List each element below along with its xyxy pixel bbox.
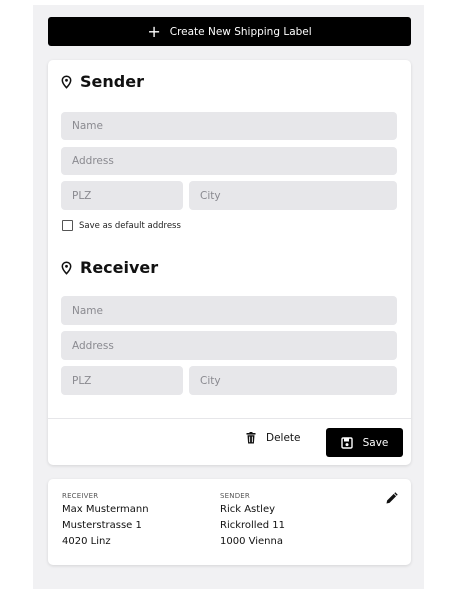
trash-icon <box>246 432 256 444</box>
location-pin-icon <box>61 74 72 89</box>
plus-icon: + <box>147 21 161 41</box>
sender-city-input[interactable] <box>189 181 397 210</box>
delete-button[interactable]: Delete <box>246 432 301 444</box>
shipping-form-card: Sender Save as default address Receiver <box>48 60 411 465</box>
floppy-disk-icon <box>340 436 353 449</box>
pencil-icon[interactable] <box>385 492 398 505</box>
sender-name-input[interactable] <box>61 112 397 140</box>
receiver-summary-street: Musterstrasse 1 <box>62 520 142 531</box>
create-button-label: Create New Shipping Label <box>169 25 312 38</box>
receiver-title: Receiver <box>80 258 159 277</box>
sender-address-input[interactable] <box>61 147 397 175</box>
page: + Create New Shipping Label Sender Save … <box>0 0 450 592</box>
save-button[interactable]: Save <box>326 428 403 457</box>
receiver-heading: Receiver <box>60 258 158 277</box>
sender-heading: Sender <box>60 72 144 91</box>
sender-summary: SENDER Rick Astley Rickrolled 11 1000 Vi… <box>220 492 285 550</box>
delete-label: Delete <box>266 432 301 444</box>
default-address-checkbox[interactable] <box>62 220 73 231</box>
shipping-label-summary-card: RECEIVER Max Mustermann Musterstrasse 1 … <box>48 479 411 565</box>
receiver-name-input[interactable] <box>61 296 397 325</box>
sender-summary-label: SENDER <box>220 492 250 500</box>
receiver-city-input[interactable] <box>189 366 397 395</box>
create-shipping-label-button[interactable]: + Create New Shipping Label <box>48 17 411 46</box>
location-pin-icon <box>61 260 72 275</box>
sender-summary-street: Rickrolled 11 <box>220 520 285 531</box>
receiver-summary-name: Max Mustermann <box>62 504 149 515</box>
sender-summary-city: 1000 Vienna <box>220 536 283 547</box>
sender-plz-input[interactable] <box>61 181 183 210</box>
default-address-option: Save as default address <box>62 220 181 231</box>
receiver-summary-city: 4020 Linz <box>62 536 111 547</box>
default-address-label: Save as default address <box>79 220 181 231</box>
divider <box>48 418 411 419</box>
sender-summary-name: Rick Astley <box>220 504 276 515</box>
receiver-address-input[interactable] <box>61 331 397 360</box>
save-label: Save <box>362 436 389 449</box>
receiver-summary-label: RECEIVER <box>62 492 99 500</box>
receiver-plz-input[interactable] <box>61 366 183 395</box>
receiver-summary: RECEIVER Max Mustermann Musterstrasse 1 … <box>62 492 149 550</box>
sender-title: Sender <box>80 72 144 91</box>
